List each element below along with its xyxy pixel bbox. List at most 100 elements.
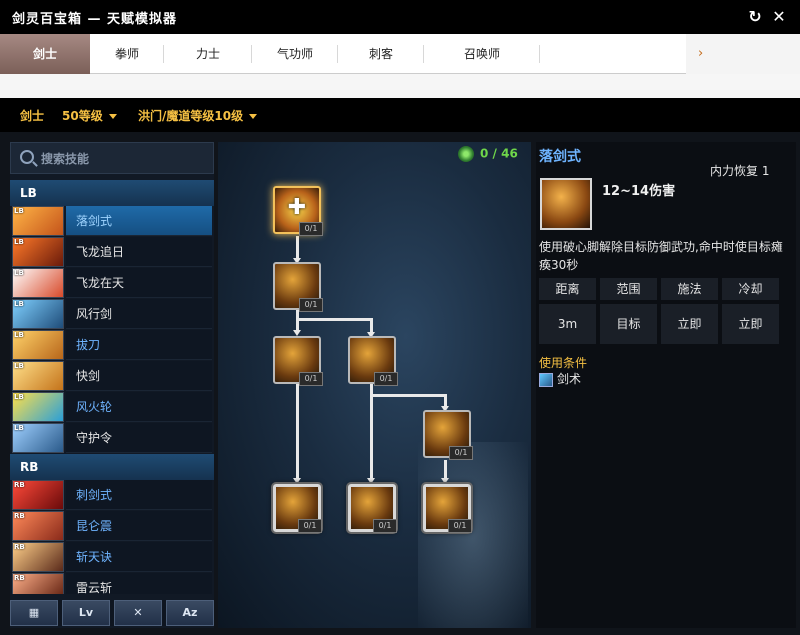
chevron-down-icon [108,114,117,119]
skill-key-tag: RB [14,543,25,551]
skill-damage: 12~14伤害 [602,184,676,199]
tools-button[interactable]: ✕ [114,600,162,626]
skill-list-item[interactable]: LB 飞龙追日 [10,237,214,268]
skill-icon: LB [12,206,64,236]
skill-list-item[interactable]: RB 昆仑震 [10,511,214,542]
skill-key-tag: RB [14,481,25,489]
talent-node-root[interactable]: ✚ 0/1 [273,186,323,236]
skill-list-label: 落剑式 [66,206,212,236]
skill-list: LB LB 落剑式 LB 飞龙追日 LB 飞龙在天 LB 风行剑 LB 拔刀 LB 快剑 LB 风火轮 LB 守… [10,180,214,594]
hongmen-dropdown[interactable]: 洪门/魔道等级10级 [138,107,258,124]
skill-key-tag: LB [14,331,24,339]
skill-list-item[interactable]: LB 快剑 [10,361,214,392]
points-value: 0 / 46 [480,146,518,161]
skill-description: 使用破心脚解除目标防御武功,命中时使目标瘫痪30秒 [539,240,783,272]
search-input[interactable] [41,149,206,169]
talent-node[interactable]: 0/1 [348,336,398,386]
skill-list-item[interactable]: RB 雷云斩 [10,573,214,594]
skill-icon: LB [12,423,64,453]
plus-icon: ✚ [287,195,307,220]
skill-list-item[interactable]: LB 风行剑 [10,299,214,330]
skill-list-panel: LBLB落剑式LB飞龙追日LB飞龙在天LB风行剑LB拔刀LB快剑LB风火轮LB守… [10,142,214,628]
chevron-down-icon [249,114,258,119]
skill-list-label: 守护令 [66,423,212,453]
skill-group-header: RB [10,454,214,480]
skill-list-item[interactable]: LB 风火轮 [10,392,214,423]
skill-list-item[interactable]: LB 守护令 [10,423,214,454]
node-level: 0/1 [449,446,473,460]
tab-label: 刺客 [368,47,393,61]
skill-list-item[interactable]: LB 飞龙在天 [10,268,214,299]
tab-label: 召唤师 [463,47,500,61]
tabs-spacer [0,74,800,98]
search-icon [20,150,34,164]
talent-node[interactable]: 0/1 [273,262,323,312]
refresh-icon[interactable]: ↻ [744,6,766,28]
stat-value: 目标 [600,304,657,344]
skill-key-tag: LB [14,269,24,277]
skill-icon: RB [12,480,64,510]
talent-node[interactable]: 0/1 [348,484,397,533]
talent-node[interactable]: 0/1 [273,336,323,386]
title-bar: 剑灵百宝箱 — 天赋模拟器 ↻ ✕ [0,0,800,34]
skill-icon: LB [12,361,64,391]
skill-list-label: 风火轮 [66,392,212,422]
skill-list-label: 飞龙在天 [66,268,212,298]
skill-regen: 内力恢复 1 [710,164,770,178]
close-icon[interactable]: ✕ [768,6,790,28]
talent-node[interactable]: 0/1 [423,410,473,460]
tab-class-0[interactable]: 剑士 [0,34,90,74]
grid-view-button[interactable]: ▦ [10,600,58,626]
tab-class-4[interactable]: 刺客 [338,34,424,74]
points-icon [458,146,474,162]
filter-bar: 剑士 50等级 洪门/魔道等级10级 [0,98,800,132]
talent-node[interactable]: 0/1 [423,484,472,533]
background-art [418,442,528,628]
skill-key-tag: RB [14,574,25,582]
level-sort-button[interactable]: Lv [62,600,110,626]
skill-icon: RB [12,542,64,572]
tab-class-5[interactable]: 召唤师 [424,34,540,74]
skill-icon: RB [12,573,64,594]
tabs-next-icon[interactable]: › [686,34,800,74]
window-title: 剑灵百宝箱 — 天赋模拟器 [12,12,178,27]
search-box [10,142,214,174]
skill-detail-panel: 落剑式 内力恢复 1 12~14伤害 使用破心脚解除目标防御武功,命中时使目标瘫… [536,142,796,628]
stat-label: 冷却 [722,278,779,300]
skill-key-tag: LB [14,393,24,401]
tab-class-3[interactable]: 气功师 [252,34,338,74]
skill-icon [540,178,592,230]
level-dropdown[interactable]: 50等级 [62,107,117,124]
skill-key-tag: LB [14,207,24,215]
skill-list-label: 飞龙追日 [66,237,212,267]
node-level: 0/1 [299,298,323,312]
app-window: 剑灵百宝箱 — 天赋模拟器 ↻ ✕ 剑士 拳师 力士 气功师 刺客 召唤师 › … [0,0,800,635]
skill-icon: LB [12,237,64,267]
stat-label: 范围 [600,278,657,300]
condition-row: 剑术 [539,370,581,387]
tab-label: 剑士 [32,47,57,61]
skill-key-tag: LB [14,238,24,246]
skill-icon: LB [12,392,64,422]
class-tabs: 剑士 拳师 力士 气功师 刺客 召唤师 › [0,34,800,74]
skill-icon: LB [12,299,64,329]
tab-class-1[interactable]: 拳师 [90,34,164,74]
skill-key-tag: RB [14,512,25,520]
skill-list-item[interactable]: LB 拔刀 [10,330,214,361]
tab-class-2[interactable]: 力士 [164,34,252,74]
class-label: 剑士 [20,109,45,123]
node-level: 0/1 [299,372,323,386]
alpha-sort-button[interactable]: Az [166,600,214,626]
talent-node[interactable]: 0/1 [273,484,322,533]
skill-list-item[interactable]: LB 落剑式 [10,206,214,237]
skill-name: 落剑式 [539,149,581,165]
node-level: 0/1 [373,519,397,533]
stat-value: 3m [539,304,596,344]
skill-list-item[interactable]: RB 斩天诀 [10,542,214,573]
skill-icon: RB [12,511,64,541]
points-counter: 0 / 46 [458,146,518,166]
skill-list-item[interactable]: RB 刺剑式 [10,480,214,511]
skill-key-tag: LB [14,362,24,370]
list-toolbar: ▦ Lv ✕ Az [10,600,214,626]
stat-label: 距离 [539,278,596,300]
